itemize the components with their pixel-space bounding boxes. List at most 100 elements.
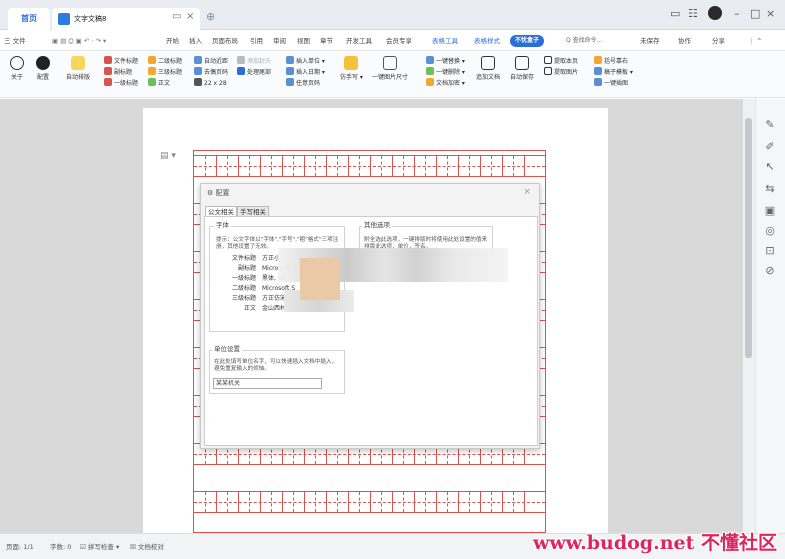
file-title-button[interactable]: 文件标题 — [104, 56, 138, 67]
menu-view[interactable]: 视图 — [297, 31, 310, 51]
brush-icon[interactable]: ✎ — [761, 118, 779, 131]
menu-layout[interactable]: 页面布局 — [212, 31, 238, 51]
share-button[interactable]: 分享 — [712, 31, 725, 51]
encrypt-doc-button[interactable]: 文档加密 ▾ — [426, 78, 465, 89]
insert-date-button[interactable]: 插入日期 ▾ — [286, 67, 325, 78]
menu-table-tools[interactable]: 表格工具 — [432, 31, 458, 51]
group-page-1: 自动近距 去偶页码 22 x 28 — [194, 56, 228, 89]
group-headings-1: 文件标题 副标题 一级标题 — [104, 56, 138, 89]
add-header-button[interactable]: 添加封头 — [237, 56, 271, 67]
subtitle-button[interactable]: 副标题 — [104, 67, 138, 78]
close-window-icon[interactable]: × — [766, 7, 775, 20]
tab-document[interactable]: 文字文稿8 ▭ × — [52, 8, 200, 30]
auto-save-button[interactable]: 自动保存 — [510, 56, 534, 81]
extract-page-button[interactable]: 提取本页 — [544, 56, 578, 67]
any-page-number-button[interactable]: 任意页码 — [286, 78, 325, 89]
odd-even-page-button[interactable]: 去偶页码 — [194, 67, 228, 78]
append-doc-icon — [481, 56, 495, 70]
quick-access-icons[interactable]: ▣ ▤ ⎙ ▣ ↶ · ↷ ▾ — [52, 31, 106, 51]
menu-file[interactable]: 三 文件 — [4, 31, 26, 51]
grid-size-button[interactable]: 22 x 28 — [194, 78, 228, 89]
close-icon[interactable]: × — [523, 187, 531, 197]
image-size-button[interactable]: 一键图片尺寸 — [372, 56, 408, 81]
one-key-delete-button[interactable]: 一键删除 ▾ — [426, 67, 465, 78]
book-icon[interactable]: ⊡ — [761, 244, 779, 257]
tab-home[interactable]: 首页 — [8, 8, 50, 30]
image-tool-icon[interactable]: ▣ — [761, 204, 779, 217]
handwriting-button[interactable]: 仿手写 ▾ — [340, 56, 363, 81]
collaborate-button[interactable]: 协作 — [678, 31, 691, 51]
maximize-icon[interactable]: □ — [750, 7, 760, 20]
heading3-button[interactable]: 三级标题 — [148, 67, 182, 78]
menu-reference[interactable]: 引用 — [250, 31, 263, 51]
menu-member[interactable]: 会员专享 — [386, 31, 412, 51]
heading1-button[interactable]: 一级标题 — [104, 78, 138, 89]
scroll-thumb[interactable] — [745, 118, 752, 358]
insert-image-button[interactable]: 一键插图 — [594, 78, 633, 89]
tab-document-title: 文字文稿8 — [74, 15, 107, 23]
monitor-icon[interactable]: ▭ — [172, 11, 181, 22]
proofread-toggle[interactable]: ☒ 文档校对 — [130, 541, 164, 551]
search-command[interactable]: Q 查找命令... — [566, 35, 602, 47]
page-indicator[interactable]: 页面: 1/1 — [6, 541, 34, 551]
menu-bar: 三 文件 ▣ ▤ ⎙ ▣ ↶ · ↷ ▾ 开始 插入 页面布局 引用 审阅 视图… — [0, 31, 785, 51]
avatar[interactable] — [708, 6, 722, 20]
heading2-button[interactable]: 二级标题 — [148, 56, 182, 67]
font-panel-title: 字体 — [214, 219, 231, 229]
image-icon — [383, 56, 397, 70]
menu-start[interactable]: 开始 — [166, 31, 179, 51]
unit-panel-desc: 在此处填写单位名字，可以快速插入文档中插入，避免重复输入的烦恼。 — [214, 359, 338, 372]
font-row-file-title[interactable]: 文件标题 方正小 — [216, 255, 280, 263]
bracket-right-button[interactable]: 括号靠右 — [594, 56, 633, 67]
about-button[interactable]: 关于 — [10, 56, 24, 81]
redacted-region — [300, 258, 340, 300]
template-button[interactable]: 稿子模板 ▾ — [594, 67, 633, 78]
insert-unit-button[interactable]: 插入单位 ▾ — [286, 56, 325, 67]
pen-icon[interactable]: ✐ — [761, 140, 779, 153]
font-row-heading3[interactable]: 三级标题 方正仿宋_G — [216, 295, 294, 303]
auto-layout-button[interactable]: 自动排版 — [66, 56, 90, 81]
page-options-icon[interactable]: ▤ ▾ — [160, 151, 176, 161]
spell-check-toggle[interactable]: ☑ 拼写检查 ▾ — [80, 541, 119, 551]
unsaved-status[interactable]: 未保存 — [640, 31, 660, 51]
close-tab-icon[interactable]: × — [186, 11, 194, 22]
group-extract: 提取本页 提取图片 — [544, 56, 578, 78]
plugin-tab[interactable]: 不忧盒子 — [510, 35, 545, 47]
menu-section[interactable]: 章节 — [320, 31, 333, 51]
new-tab-icon[interactable]: ⊕ — [206, 10, 215, 23]
body-text-button[interactable]: 正文 — [148, 78, 182, 89]
adjust-icon[interactable]: ⇆ — [761, 182, 779, 195]
group-headings-2: 二级标题 三级标题 正文 — [148, 56, 182, 89]
config-dialog: ⚙ 配置 × 公文相关 手写相关 字体 提示：公文字体以"字体","字号","粗"… — [200, 183, 540, 449]
menu-table-style[interactable]: 表格样式 — [474, 31, 500, 51]
lightbulb-icon — [71, 56, 85, 70]
help-icon[interactable]: ⊘ — [761, 264, 779, 277]
config-icon — [36, 56, 50, 70]
group-misc: 括号靠右 稿子模板 ▾ 一键插图 — [594, 56, 633, 89]
location-icon[interactable]: ◎ — [761, 224, 779, 237]
apps-icon[interactable]: ☷ — [688, 7, 698, 20]
group-insert: 插入单位 ▾ 插入日期 ▾ 任意页码 — [286, 56, 325, 89]
layout-icon[interactable]: ▭ — [670, 7, 680, 20]
document-icon — [58, 13, 70, 25]
append-doc-button[interactable]: 追加文档 — [476, 56, 500, 81]
ribbon: 关于 配置 自动排版 文件标题 副标题 一级标题 二级标题 三级标题 正文 自动… — [0, 52, 785, 98]
menu-developer[interactable]: 开发工具 — [346, 31, 372, 51]
auto-spacing-button[interactable]: 自动近距 — [194, 56, 228, 67]
one-key-replace-button[interactable]: 一键替换 ▾ — [426, 56, 465, 67]
font-row-heading1[interactable]: 一级标题 黑体, 16 — [216, 275, 285, 283]
config-button[interactable]: 配置 — [36, 56, 50, 81]
extract-image-button[interactable]: 提取图片 — [544, 67, 578, 78]
handle-tail-button[interactable]: 处理尾部 — [237, 67, 271, 78]
menu-insert[interactable]: 插入 — [189, 31, 202, 51]
handwriting-icon — [344, 56, 359, 70]
menu-review[interactable]: 审阅 — [273, 31, 286, 51]
cursor-icon[interactable]: ↖ — [761, 160, 779, 173]
more-icon[interactable]: ⋮ ⌃ — [748, 31, 762, 51]
unit-name-input[interactable]: 某某机关 — [213, 378, 322, 389]
save-icon — [515, 56, 529, 70]
about-icon — [10, 56, 24, 70]
word-count[interactable]: 字数: 0 — [50, 541, 71, 551]
grid-row — [194, 491, 545, 513]
minimize-icon[interactable]: – — [734, 7, 740, 20]
